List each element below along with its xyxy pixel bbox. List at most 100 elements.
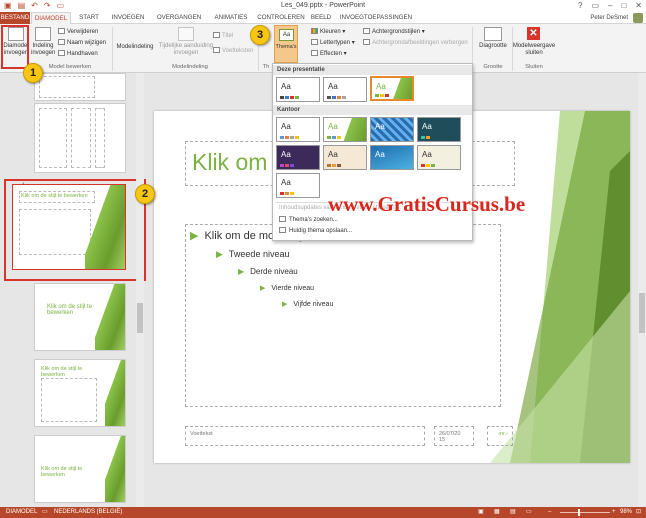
content-placeholder[interactable]: ▶Klik om de modelstijlen te bewerken ▶Tw… [185, 224, 501, 407]
fonts-button[interactable]: Lettertypen ▾ [311, 39, 355, 47]
rename-icon [58, 39, 65, 45]
group-label-close: Sluiten [525, 64, 543, 70]
layout-thumbnail[interactable]: Klik om de stijl te bewerken [34, 359, 126, 427]
delete-icon [58, 28, 65, 34]
master-layout-button[interactable]: Modelindeling [115, 44, 155, 51]
insert-layout-button[interactable]: Indeling invoegen [31, 27, 55, 57]
layout-thumbnail[interactable]: Klik om de stijl te bewerken [34, 435, 126, 503]
thumbnails-scrollbar[interactable] [136, 73, 144, 507]
zoom-slider[interactable] [560, 512, 610, 513]
layout-thumbnail[interactable] [34, 73, 126, 101]
ribbon-tabs: BESTAND DIAMODEL START INVOEGEN OVERGANG… [0, 12, 646, 25]
callout-3: 3 [250, 25, 270, 45]
slide-number-placeholder[interactable]: ‹nr.› [487, 426, 513, 446]
theme-swatch[interactable]: Aa [276, 173, 320, 198]
tab-animations[interactable]: ANIMATIES [208, 12, 254, 24]
tab-review[interactable]: CONTROLEREN [256, 12, 306, 24]
zoom-in-icon[interactable]: + [612, 507, 616, 518]
hide-background-checkbox[interactable]: Achtergrondafbeeldingen verbergen [363, 39, 468, 47]
user-name[interactable]: Peter DeSmet [590, 13, 628, 23]
slideshow-icon[interactable]: ▭ [526, 507, 532, 518]
help-icon[interactable]: ? [578, 0, 582, 11]
slide-size-button[interactable]: Diagrootte [476, 27, 510, 50]
level-2-text: ▶ Tweede niveau [216, 249, 290, 259]
powerpoint-window: ▣ ▤ ↶ ↷ ▭ Les_049.pptx - PowerPoint ? ▭ … [0, 0, 646, 518]
ribbon-display-icon[interactable]: ▭ [591, 0, 599, 11]
theme-swatch[interactable]: Aa [417, 145, 461, 170]
footer-placeholder[interactable]: Voettekst [185, 426, 425, 446]
tab-addins[interactable]: INVOEGTOEPASSINGEN [338, 12, 414, 24]
themes-label: Thema's [275, 44, 297, 50]
language-icon: ▭ [42, 509, 48, 515]
close-master-view-button[interactable]: Modelweergave sluiten [512, 43, 556, 57]
background-styles-icon [363, 28, 370, 34]
zoom-slider-knob[interactable] [578, 509, 580, 516]
theme-swatch[interactable]: Aa [370, 117, 414, 142]
effects-icon [311, 50, 318, 56]
save-theme-item[interactable]: Huidig thema opslaan... [279, 227, 352, 234]
theme-swatch-current[interactable]: Aa [370, 76, 414, 101]
search-themes-item[interactable]: Thema's zoeken... [279, 216, 338, 223]
thumbnail-title: Klik om de stijl te bewerken [41, 466, 83, 478]
view-status: DIAMODEL [6, 509, 38, 515]
fit-to-window-icon[interactable]: ⊡ [636, 507, 641, 518]
tab-insert[interactable]: INVOEGEN [106, 12, 150, 24]
effects-button[interactable]: Effecten ▾ [311, 50, 347, 58]
restore-icon[interactable]: □ [621, 0, 626, 11]
callout-1: 1 [23, 63, 43, 83]
callout-2: 2 [135, 184, 155, 204]
theme-swatch[interactable]: Aa [276, 77, 320, 102]
status-bar: DIAMODEL ▭ NEDERLANDS (BELGIË) ▣ ▦ ▤ ▭ –… [0, 507, 646, 518]
rename-button[interactable]: Naam wijzigen [58, 39, 106, 47]
title-bar: ▣ ▤ ↶ ↷ ▭ Les_049.pptx - PowerPoint ? ▭ … [0, 0, 646, 12]
level-3-text: ▶ Derde niveau [238, 267, 298, 276]
reading-view-icon[interactable]: ▤ [510, 507, 516, 518]
section-this-presentation: Deze presentatie [273, 65, 472, 75]
layout-thumbnail[interactable]: Klik om de stijl te bewerken [34, 283, 126, 351]
colors-button[interactable]: Kleuren ▾ [311, 28, 345, 36]
theme-swatch[interactable]: Aa [323, 77, 367, 102]
title-checkbox[interactable]: Titel [213, 32, 233, 40]
tab-view[interactable]: BEELD [308, 12, 334, 24]
theme-swatch[interactable]: Aa [370, 145, 414, 170]
zoom-level[interactable]: 98% [620, 507, 632, 518]
footers-checkbox[interactable]: Voetteksten [213, 47, 253, 55]
tab-file[interactable]: BESTAND [0, 12, 30, 24]
slide-size-icon [484, 27, 502, 41]
date-placeholder[interactable]: 26/07/20 15 [434, 426, 474, 446]
normal-view-icon[interactable]: ▣ [478, 507, 484, 518]
slide-thumbnails-pane: 1 Klik om de stijl te bewerken Klik om d… [0, 73, 146, 507]
checkbox-icon [213, 47, 220, 53]
editor-scrollbar[interactable] [638, 73, 646, 507]
zoom-out-icon[interactable]: – [548, 507, 551, 518]
theme-swatch[interactable]: Aa [323, 145, 367, 170]
background-styles-button[interactable]: Achtergrondstijlen ▾ [363, 28, 425, 36]
close-master-icon[interactable]: ✕ [527, 27, 540, 40]
insert-placeholder-button[interactable]: Tijdelijke aanduiding invoegen [158, 27, 214, 57]
thumbnail-title: Klik om de stijl te bewerken [41, 366, 83, 378]
preserve-button[interactable]: Handhaven [58, 50, 98, 58]
theme-swatch[interactable]: Aa [276, 117, 320, 142]
tab-home[interactable]: START [74, 12, 104, 24]
pin-icon [58, 50, 65, 56]
checkbox-icon [363, 39, 370, 45]
theme-swatch[interactable]: Aa [276, 145, 320, 170]
layout-thumbnail[interactable] [34, 103, 126, 173]
window-title: Les_049.pptx - PowerPoint [280, 2, 366, 9]
minimize-icon[interactable]: – [608, 0, 612, 11]
window-controls: ? ▭ – □ ✕ [578, 0, 642, 11]
tab-transitions[interactable]: OVERGANGEN [152, 12, 206, 24]
close-icon[interactable]: ✕ [635, 0, 642, 11]
group-label-master-layout: Modelindeling [172, 64, 208, 70]
themes-button[interactable]: Aa Thema's [274, 25, 298, 63]
slide-sorter-icon[interactable]: ▦ [494, 507, 500, 518]
level-4-text: ▶ Vierde niveau [260, 285, 315, 292]
checkbox-icon [213, 32, 220, 38]
theme-swatch[interactable]: Aa [323, 117, 367, 142]
theme-swatch[interactable]: Aa [417, 117, 461, 142]
folder-icon [279, 216, 286, 222]
level-5-text: ▶ Vijfde niveau [282, 301, 334, 308]
language-status[interactable]: NEDERLANDS (BELGIË) [54, 507, 122, 518]
avatar[interactable] [633, 13, 643, 23]
delete-button[interactable]: Verwijderen [58, 28, 98, 36]
